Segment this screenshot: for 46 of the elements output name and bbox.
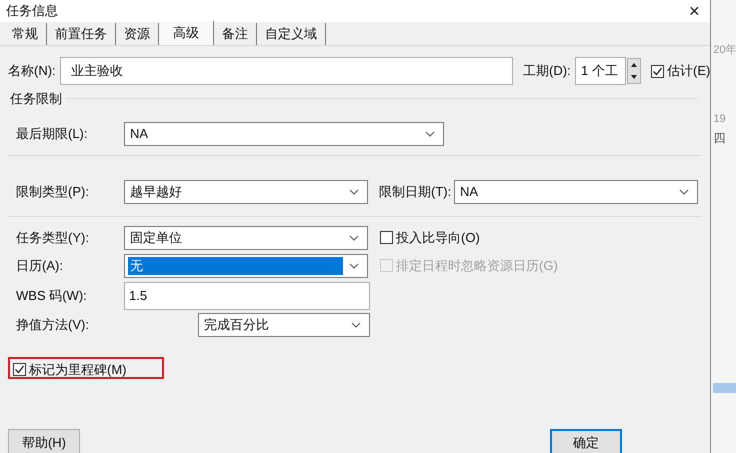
name-label: 名称(N): — [8, 62, 57, 80]
name-field[interactable]: 业主验收 — [60, 57, 513, 85]
constraint-date-label: 限制日期(T): — [379, 182, 452, 201]
deadline-dropdown[interactable]: NA — [124, 122, 444, 146]
calendar-label: 日历(A): — [16, 256, 64, 275]
chevron-down-icon — [349, 188, 359, 194]
effort-driven-label: 投入比导向(O) — [396, 228, 480, 247]
earned-value-label: 挣值方法(V): — [16, 316, 90, 334]
task-type-label: 任务类型(Y): — [16, 228, 90, 247]
constraint-date-dropdown[interactable]: NA — [454, 180, 698, 204]
chevron-down-icon — [349, 262, 359, 268]
constraint-type-dropdown[interactable]: 越早越好 — [124, 180, 368, 204]
wbs-label: WBS 码(W): — [16, 286, 88, 305]
ok-button[interactable]: 确定 — [550, 429, 622, 453]
effort-driven-checkbox[interactable] — [380, 231, 393, 244]
tab[interactable]: 高级 — [159, 21, 214, 45]
ignore-calendars-label: 排定日程时忽略资源日历(G) — [396, 256, 558, 275]
check-icon — [14, 364, 25, 375]
calendar-dropdown[interactable]: 无 — [124, 254, 368, 278]
milestone-label: 标记为里程碑(M) — [29, 360, 126, 379]
estimated-label: 估计(E) — [667, 62, 710, 80]
task-type-dropdown[interactable]: 固定单位 — [124, 226, 368, 250]
task-bar — [713, 383, 736, 393]
estimated-checkbox[interactable] — [651, 64, 664, 78]
chevron-down-icon — [351, 322, 361, 328]
day-label: 19 — [713, 112, 727, 126]
wbs-field[interactable]: 1.5 — [124, 282, 370, 310]
check-icon — [652, 66, 663, 76]
down-arrow-icon — [631, 75, 637, 79]
help-button[interactable]: 帮助(H) — [8, 429, 80, 453]
spinner-buttons[interactable] — [627, 58, 641, 84]
window-title: 任务信息 — [6, 2, 58, 20]
chevron-down-icon — [679, 188, 689, 194]
duration-field[interactable]: 1 个工 — [575, 57, 626, 85]
constraint-type-label: 限制类型(P): — [16, 182, 90, 201]
deadline-label: 最后期限(L): — [16, 124, 88, 143]
section-title: 任务限制 — [10, 90, 62, 108]
earned-value-dropdown[interactable]: 完成百分比 — [198, 312, 370, 336]
up-arrow-icon — [631, 63, 637, 67]
close-button[interactable]: ✕ — [688, 0, 700, 22]
chevron-down-icon — [425, 130, 435, 136]
chevron-down-icon — [349, 234, 359, 240]
weekday-label: 四 — [713, 130, 726, 147]
duration-label: 工期(D): — [523, 62, 572, 80]
milestone-checkbox[interactable] — [13, 362, 26, 376]
year-label: 20年 — [713, 43, 736, 58]
